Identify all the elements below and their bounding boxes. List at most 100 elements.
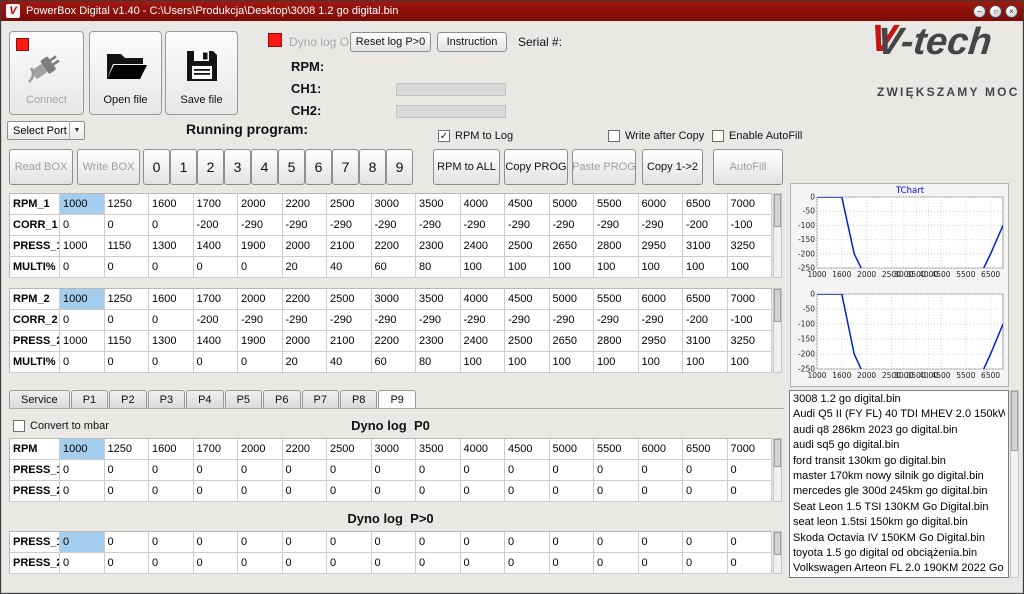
table-cell[interactable]: 6000 — [638, 439, 683, 460]
table-cell[interactable]: 3000 — [371, 289, 416, 310]
dyno-p0-scrollbar[interactable] — [773, 438, 782, 502]
tab-p8[interactable]: P8 — [339, 390, 378, 408]
table-cell[interactable]: 100 — [638, 257, 683, 278]
checkbox-box[interactable]: ✓ — [438, 130, 450, 142]
table-cell[interactable]: 100 — [549, 352, 594, 373]
table-cell[interactable]: 3000 — [371, 194, 416, 215]
digit-7-button[interactable]: 7 — [332, 149, 359, 185]
file-list-item[interactable]: seat leon 1.5tsi 150km go digital.bin — [793, 515, 1005, 530]
checkbox-box[interactable] — [608, 130, 620, 142]
table-cell[interactable]: -290 — [282, 215, 327, 236]
table-cell[interactable]: 2000 — [238, 194, 283, 215]
table-cell[interactable]: 100 — [549, 257, 594, 278]
autofill-button[interactable]: AutoFill — [713, 149, 783, 185]
table-cell[interactable]: 2300 — [416, 236, 461, 257]
table-cell[interactable]: 0 — [149, 257, 194, 278]
table-cell[interactable]: 1300 — [149, 236, 194, 257]
table-cell[interactable]: -290 — [638, 310, 683, 331]
table-cell[interactable]: 2650 — [549, 331, 594, 352]
table-cell[interactable]: 3250 — [727, 331, 772, 352]
table-cell[interactable]: 20 — [282, 257, 327, 278]
table-cell[interactable]: 0 — [238, 352, 283, 373]
paste-prog-button[interactable]: Paste PROG — [572, 149, 636, 185]
table-cell[interactable]: 100 — [505, 352, 550, 373]
table-cell[interactable]: 2500 — [505, 331, 550, 352]
table-cell[interactable]: -290 — [460, 310, 505, 331]
table-cell[interactable]: 0 — [149, 532, 194, 553]
table-cell[interactable]: -100 — [727, 215, 772, 236]
file-list-item[interactable]: Volkswagen Arteon FL 2.0 190KM 2022 Go D… — [793, 561, 1005, 576]
table-cell[interactable]: 6500 — [683, 289, 728, 310]
table-cell[interactable]: 40 — [327, 257, 372, 278]
table-cell[interactable]: 0 — [60, 257, 105, 278]
table-cell[interactable]: 0 — [149, 310, 194, 331]
table-cell[interactable]: 100 — [460, 257, 505, 278]
table-cell[interactable]: 6000 — [638, 289, 683, 310]
table-cell[interactable]: 0 — [327, 553, 372, 574]
table-cell[interactable]: 2400 — [460, 331, 505, 352]
minimize-button[interactable]: – — [973, 4, 986, 18]
table-cell[interactable]: 2200 — [282, 289, 327, 310]
table-cell[interactable]: 0 — [638, 553, 683, 574]
tab-p5[interactable]: P5 — [224, 390, 263, 408]
table-cell[interactable]: 0 — [193, 257, 238, 278]
digit-2-button[interactable]: 2 — [197, 149, 224, 185]
table-cell[interactable]: 1700 — [193, 439, 238, 460]
table-cell[interactable]: -290 — [416, 310, 461, 331]
table-cell[interactable]: 2200 — [282, 439, 327, 460]
table-cell[interactable]: 2300 — [416, 331, 461, 352]
table-cell[interactable]: 2950 — [638, 236, 683, 257]
table-cell[interactable]: 0 — [238, 481, 283, 502]
table-cell[interactable]: 100 — [683, 352, 728, 373]
digit-9-button[interactable]: 9 — [386, 149, 413, 185]
table-cell[interactable]: 0 — [193, 352, 238, 373]
file-list-item[interactable]: ford transit 130km go digital.bin — [793, 454, 1005, 469]
table-cell[interactable]: -290 — [416, 215, 461, 236]
table-cell[interactable]: 3500 — [416, 194, 461, 215]
table-cell[interactable]: -290 — [638, 215, 683, 236]
table-cell[interactable]: -290 — [549, 310, 594, 331]
table-cell[interactable]: 1000 — [60, 439, 105, 460]
table-cell[interactable]: 0 — [505, 460, 550, 481]
table-cell[interactable]: 0 — [193, 481, 238, 502]
tab-p1[interactable]: P1 — [70, 390, 109, 408]
table-cell[interactable]: 2100 — [327, 331, 372, 352]
table-cell[interactable]: 2500 — [327, 439, 372, 460]
table-cell[interactable]: 0 — [416, 553, 461, 574]
table-cell[interactable]: 5500 — [594, 439, 639, 460]
table-cell[interactable]: 5500 — [594, 289, 639, 310]
table-cell[interactable]: 0 — [60, 481, 105, 502]
table-cell[interactable]: 1000 — [60, 289, 105, 310]
table-cell[interactable]: 0 — [60, 532, 105, 553]
table-cell[interactable]: 7000 — [727, 289, 772, 310]
table-cell[interactable]: 0 — [505, 553, 550, 574]
table-cell[interactable]: -290 — [238, 215, 283, 236]
table-cell[interactable]: 1250 — [104, 289, 149, 310]
table-cell[interactable]: 80 — [416, 352, 461, 373]
table-cell[interactable]: 0 — [60, 352, 105, 373]
table-cell[interactable]: 3100 — [683, 331, 728, 352]
table-cell[interactable]: 2800 — [594, 236, 639, 257]
table-cell[interactable]: 0 — [238, 532, 283, 553]
table-cell[interactable]: 100 — [638, 352, 683, 373]
table-cell[interactable]: 2800 — [594, 331, 639, 352]
table-cell[interactable]: 0 — [149, 215, 194, 236]
table-cell[interactable]: 0 — [594, 460, 639, 481]
table-cell[interactable]: 2950 — [638, 331, 683, 352]
tab-p3[interactable]: P3 — [147, 390, 186, 408]
table-cell[interactable]: 0 — [460, 553, 505, 574]
table-cell[interactable]: 0 — [149, 460, 194, 481]
table-cell[interactable]: 0 — [60, 460, 105, 481]
table-cell[interactable]: 1250 — [104, 194, 149, 215]
table-cell[interactable]: 0 — [104, 352, 149, 373]
table-cell[interactable]: 0 — [683, 481, 728, 502]
table-cell[interactable]: 4500 — [505, 289, 550, 310]
table-cell[interactable]: 2000 — [238, 289, 283, 310]
file-list-item[interactable]: mercedes gle 300d 245km go digital.bin — [793, 484, 1005, 499]
table-cell[interactable]: -290 — [371, 310, 416, 331]
table-cell[interactable]: 2200 — [282, 194, 327, 215]
write-box-button[interactable]: Write BOX — [77, 149, 140, 185]
table-cell[interactable]: 0 — [238, 553, 283, 574]
table-cell[interactable]: -290 — [371, 215, 416, 236]
table-cell[interactable]: -200 — [683, 310, 728, 331]
